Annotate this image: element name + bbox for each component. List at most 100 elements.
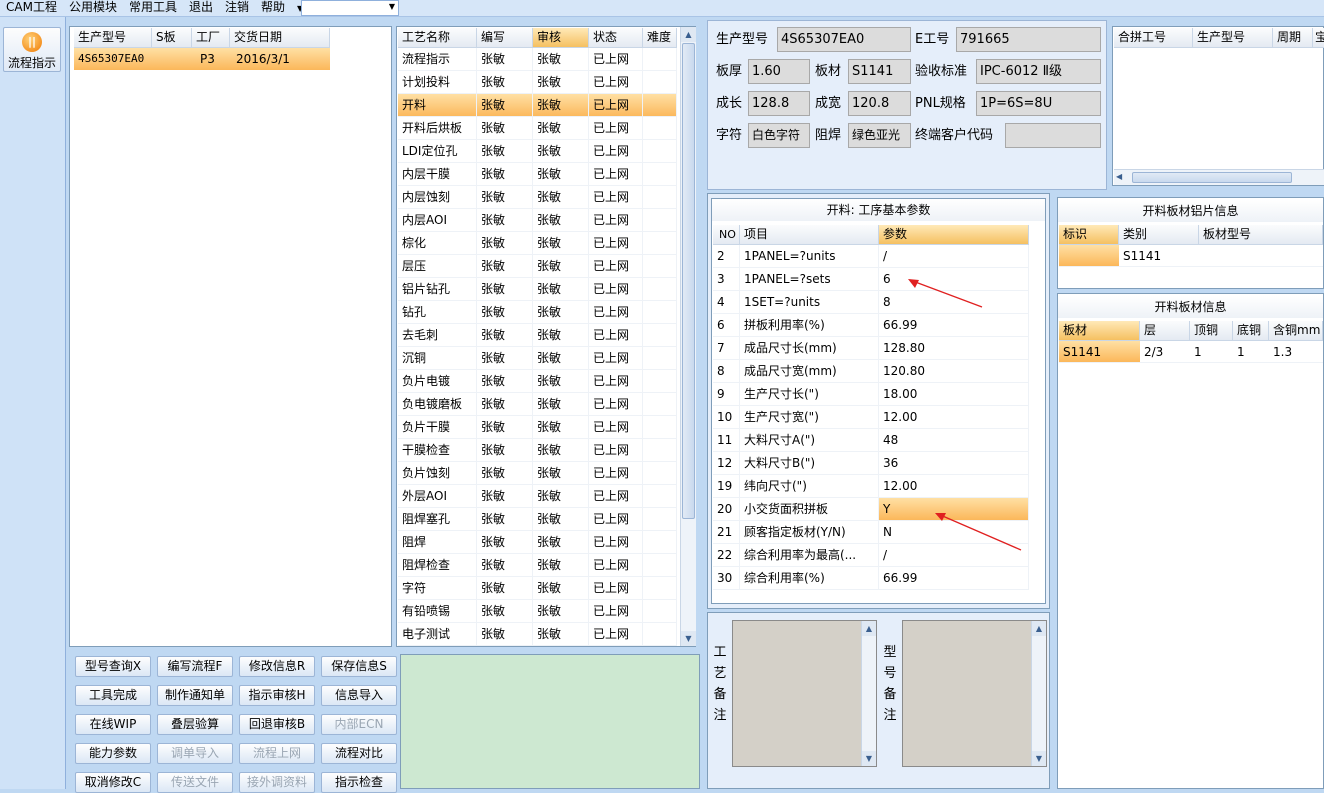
table-row[interactable]: 内层干膜 张敏 张敏 已上网 [398, 163, 677, 186]
process-col-difficulty[interactable]: 难度 [643, 28, 677, 48]
action-button[interactable]: 内部ECN [321, 714, 397, 735]
table-row[interactable]: 3 1PANEL=?sets 6 [713, 268, 1029, 291]
merge-hscrollbar[interactable]: ◀ [1114, 169, 1324, 185]
table-row[interactable]: 沉铜 张敏 张敏 已上网 [398, 347, 677, 370]
action-button[interactable]: 型号查询X [75, 656, 151, 677]
process-scrollbar[interactable]: ▲ ▼ [680, 27, 696, 646]
flow-indicator-button[interactable]: || 流程指示 [3, 27, 61, 72]
chevron-left-icon[interactable]: ◀ [1116, 172, 1122, 181]
process-col-status[interactable]: 状态 [589, 28, 643, 48]
param-value-cell[interactable]: 48 [879, 429, 1029, 452]
table-row[interactable]: 19 纬向尺寸(") 12.00 [713, 475, 1029, 498]
action-button[interactable]: 编写流程F [157, 656, 233, 677]
action-button[interactable]: 调单导入 [157, 743, 233, 764]
merge-col-job[interactable]: 合拼工号 [1114, 28, 1193, 48]
customer-field[interactable] [1005, 123, 1101, 148]
param-value-cell[interactable]: 18.00 [879, 383, 1029, 406]
process-col-writer[interactable]: 编写 [477, 28, 533, 48]
scroll-down-icon[interactable]: ▼ [862, 751, 876, 766]
cutting-material-cell[interactable]: S1141 [1059, 341, 1140, 363]
param-value-cell[interactable]: / [879, 544, 1029, 567]
table-row[interactable]: 阻焊检查 张敏 张敏 已上网 [398, 554, 677, 577]
process-col-name[interactable]: 工艺名称 [398, 28, 477, 48]
param-value-cell[interactable]: 128.80 [879, 337, 1029, 360]
table-row[interactable]: 钻孔 张敏 张敏 已上网 [398, 301, 677, 324]
param-value-cell[interactable]: 12.00 [879, 475, 1029, 498]
table-row[interactable]: 去毛刺 张敏 张敏 已上网 [398, 324, 677, 347]
alu-col-id[interactable]: 标识 [1059, 225, 1119, 245]
process-remark-scrollbar[interactable]: ▲ ▼ [861, 621, 876, 766]
table-row[interactable]: 11 大料尺寸A(") 48 [713, 429, 1029, 452]
table-row[interactable]: 内层蚀刻 张敏 张敏 已上网 [398, 186, 677, 209]
table-row[interactable]: 干膜检查 张敏 张敏 已上网 [398, 439, 677, 462]
action-button[interactable]: 信息导入 [321, 685, 397, 706]
param-value-cell[interactable]: 6 [879, 268, 1029, 291]
model-remark-memo[interactable]: ▲ ▼ [902, 620, 1047, 767]
table-row[interactable]: 4 1SET=?units 8 [713, 291, 1029, 314]
scroll-thumb[interactable] [682, 43, 695, 519]
table-row[interactable]: 20 小交货面积拼板 Y [713, 498, 1029, 521]
param-value-cell[interactable]: 120.80 [879, 360, 1029, 383]
action-button[interactable]: 传送文件 [157, 772, 233, 793]
chevron-down-icon[interactable]: ▼ [389, 2, 395, 11]
e-number-field[interactable]: 791665 [956, 27, 1101, 52]
action-button[interactable]: 制作通知单 [157, 685, 233, 706]
order-col-date[interactable]: 交货日期 [230, 28, 330, 48]
table-row[interactable]: 22 综合利用率为最高(... / [713, 544, 1029, 567]
scroll-up-icon[interactable]: ▲ [1032, 621, 1046, 636]
mask-field[interactable]: 绿色亚光 [848, 123, 911, 148]
table-row[interactable]: 6 拼板利用率(%) 66.99 [713, 314, 1029, 337]
param-value-cell[interactable]: 66.99 [879, 314, 1029, 337]
length-field[interactable]: 128.8 [748, 91, 810, 116]
pnl-field[interactable]: 1P=6S=8U [976, 91, 1101, 116]
merge-col-model[interactable]: 生产型号 [1193, 28, 1273, 48]
table-row[interactable]: 外层AOI 张敏 张敏 已上网 [398, 485, 677, 508]
cutting-col-layer[interactable]: 层 [1140, 321, 1190, 341]
table-row[interactable]: 开料后烘板 张敏 张敏 已上网 [398, 117, 677, 140]
table-row[interactable]: LDI定位孔 张敏 张敏 已上网 [398, 140, 677, 163]
param-value-cell[interactable]: 36 [879, 452, 1029, 475]
table-row[interactable]: 流程指示 张敏 张敏 已上网 [398, 48, 677, 71]
action-button[interactable]: 回退审核B [239, 714, 315, 735]
table-row[interactable]: 内层AOI 张敏 张敏 已上网 [398, 209, 677, 232]
thickness-field[interactable]: 1.60 [748, 59, 810, 84]
table-row[interactable]: 21 顾客指定板材(Y/N) N [713, 521, 1029, 544]
scroll-up-icon[interactable]: ▲ [862, 621, 876, 636]
menu-combo[interactable]: ▼ [301, 0, 399, 16]
table-row[interactable]: 12 大料尺寸B(") 36 [713, 452, 1029, 475]
action-button[interactable]: 保存信息S [321, 656, 397, 677]
action-button[interactable]: 能力参数 [75, 743, 151, 764]
cutting-col-top-copper[interactable]: 顶铜 [1190, 321, 1233, 341]
process-remark-memo[interactable]: ▲ ▼ [732, 620, 877, 767]
action-button[interactable]: 指示检查 [321, 772, 397, 793]
table-row[interactable]: 层压 张敏 张敏 已上网 [398, 255, 677, 278]
table-row[interactable]: 4S65307EA0 P3 2016/3/1 [74, 48, 330, 70]
model-remark-scrollbar[interactable]: ▲ ▼ [1031, 621, 1046, 766]
order-col-model[interactable]: 生产型号 [74, 28, 152, 48]
param-value-cell[interactable]: 8 [879, 291, 1029, 314]
table-row[interactable]: 棕化 张敏 张敏 已上网 [398, 232, 677, 255]
scroll-down-icon[interactable]: ▼ [681, 631, 696, 646]
params-col-no[interactable]: NO [713, 225, 740, 245]
table-row[interactable]: 阻焊塞孔 张敏 张敏 已上网 [398, 508, 677, 531]
param-value-cell[interactable]: Y [879, 498, 1029, 521]
menu-cam[interactable]: CAM工程 [0, 0, 63, 17]
table-row[interactable]: 字符 张敏 张敏 已上网 [398, 577, 677, 600]
menu-tools[interactable]: 常用工具 [123, 0, 183, 17]
param-value-cell[interactable]: 66.99 [879, 567, 1029, 590]
menu-logout[interactable]: 注销 [219, 0, 255, 17]
process-col-reviewer[interactable]: 审核 [533, 28, 589, 48]
material-field[interactable]: S1141 [848, 59, 911, 84]
table-row[interactable]: 9 生产尺寸长(") 18.00 [713, 383, 1029, 406]
table-row[interactable]: 有铅喷锡 张敏 张敏 已上网 [398, 600, 677, 623]
table-row[interactable]: 负片干膜 张敏 张敏 已上网 [398, 416, 677, 439]
table-row[interactable]: 8 成品尺寸宽(mm) 120.80 [713, 360, 1029, 383]
table-row[interactable]: 10 生产尺寸宽(") 12.00 [713, 406, 1029, 429]
scroll-up-icon[interactable]: ▲ [681, 27, 696, 42]
menu-public[interactable]: 公用模块 [63, 0, 123, 17]
param-value-cell[interactable]: N [879, 521, 1029, 544]
alu-id-cell[interactable] [1059, 245, 1119, 267]
cutting-col-material[interactable]: 板材 [1059, 321, 1140, 341]
scroll-down-icon[interactable]: ▼ [1032, 751, 1046, 766]
action-button[interactable]: 指示审核H [239, 685, 315, 706]
